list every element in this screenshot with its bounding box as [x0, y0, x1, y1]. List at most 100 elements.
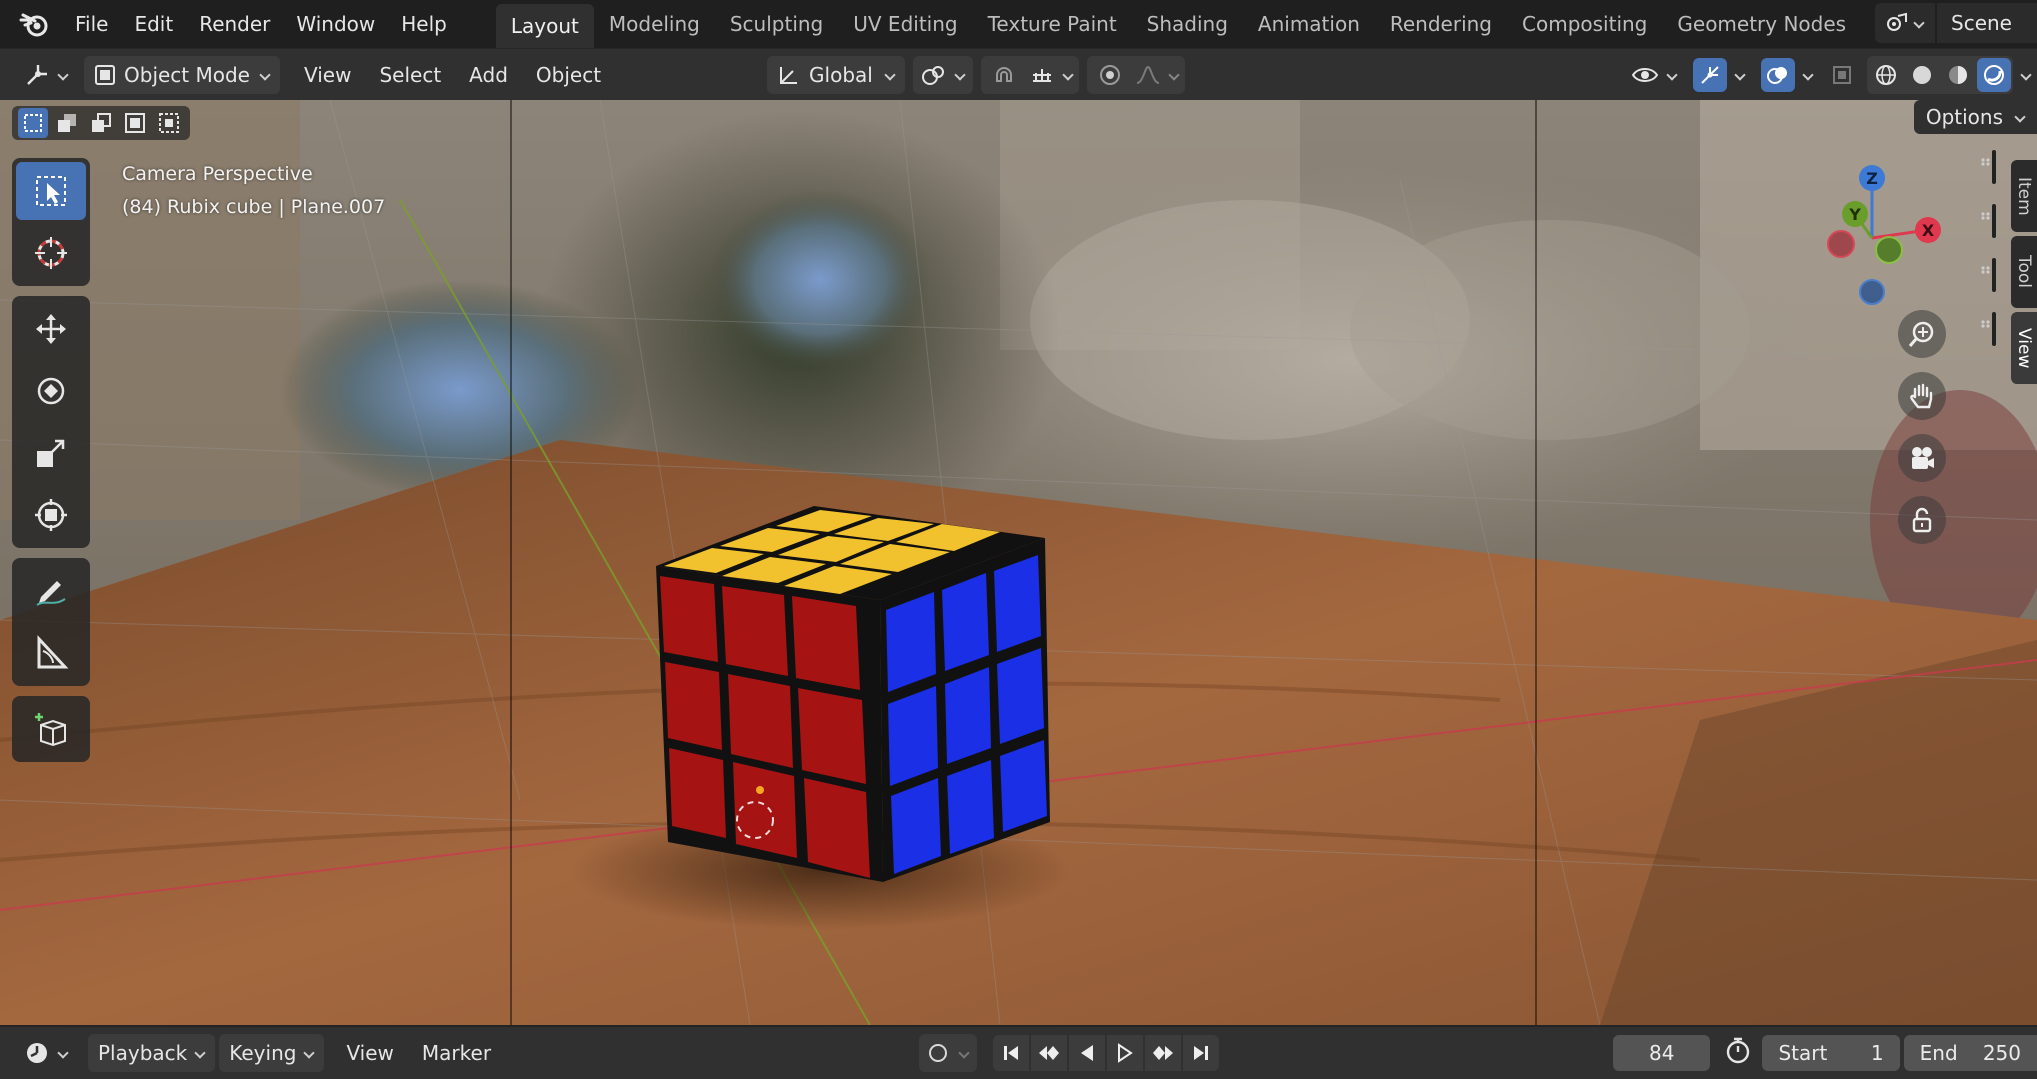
- tab-rendering[interactable]: Rendering: [1375, 5, 1507, 43]
- gizmo-dropdown[interactable]: [1689, 56, 1749, 94]
- 3d-viewport[interactable]: Camera Perspective (84) Rubix cube | Pla…: [0, 100, 2037, 1025]
- shading-options-chevron-icon[interactable]: [2021, 70, 2031, 80]
- blender-logo-icon[interactable]: [16, 6, 52, 42]
- transform-tools-group: [12, 296, 90, 548]
- xray-toggle-button[interactable]: [1825, 58, 1859, 92]
- timeline-editor-type-button[interactable]: [18, 1034, 74, 1072]
- drag-handle[interactable]: [1980, 312, 1996, 346]
- orientation-axes-icon: [780, 66, 798, 84]
- tool-rotate[interactable]: [16, 362, 86, 420]
- select-subtract-button[interactable]: [86, 108, 116, 138]
- overlays-dropdown[interactable]: [1757, 56, 1817, 94]
- tool-transform[interactable]: [16, 486, 86, 544]
- tool-select-box[interactable]: [16, 162, 86, 220]
- timeline-menu-marker[interactable]: Marker: [408, 1041, 505, 1065]
- header-menu-select[interactable]: Select: [365, 63, 455, 87]
- transform-orientation-dropdown[interactable]: Global: [767, 55, 906, 94]
- tab-layout[interactable]: Layout: [495, 4, 594, 48]
- gizmo-negative-y[interactable]: [1875, 236, 1903, 264]
- auto-keying-group[interactable]: [919, 1034, 978, 1072]
- editor-type-button[interactable]: [18, 56, 74, 94]
- tool-move[interactable]: [16, 300, 86, 358]
- start-frame-field[interactable]: Start 1: [1762, 1035, 1900, 1071]
- rubiks-cube[interactable]: [656, 506, 1050, 882]
- select-intersect-button[interactable]: [154, 108, 184, 138]
- header-menu-add[interactable]: Add: [455, 63, 522, 87]
- visibility-dropdown[interactable]: [1627, 56, 1681, 94]
- drag-handle[interactable]: [1980, 204, 1996, 238]
- tab-modeling[interactable]: Modeling: [594, 5, 715, 43]
- tab-uv-editing[interactable]: UV Editing: [838, 5, 972, 43]
- jump-to-keyframe-next-button[interactable]: [1145, 1035, 1182, 1071]
- menu-file[interactable]: File: [62, 4, 121, 44]
- options-dropdown[interactable]: Options: [1913, 100, 2037, 134]
- header-menu-view[interactable]: View: [290, 63, 365, 87]
- sidebar-tab-item[interactable]: Item: [2011, 160, 2037, 232]
- header-menu-object[interactable]: Object: [522, 63, 615, 87]
- drag-handle[interactable]: [1980, 258, 1996, 292]
- tool-cursor[interactable]: [16, 224, 86, 282]
- falloff-button[interactable]: [1131, 58, 1165, 92]
- tool-add-cube[interactable]: [16, 700, 86, 758]
- object-mode-dropdown[interactable]: Object Mode: [84, 55, 280, 94]
- keyframe-next-icon: [1153, 1046, 1174, 1060]
- playback-dropdown[interactable]: Playback: [88, 1034, 216, 1072]
- jump-to-start-button[interactable]: [993, 1035, 1030, 1071]
- tool-annotate[interactable]: [16, 562, 86, 620]
- gizmo-toggle-button[interactable]: [1693, 57, 1727, 92]
- menu-render[interactable]: Render: [186, 4, 283, 44]
- lock-camera-button[interactable]: [1898, 496, 1946, 544]
- jump-end-icon: [1194, 1046, 1209, 1060]
- tab-geometry-nodes[interactable]: Geometry Nodes: [1662, 5, 1861, 43]
- tab-texture-paint[interactable]: Texture Paint: [973, 5, 1132, 43]
- play-reverse-button[interactable]: [1069, 1035, 1106, 1071]
- pan-button[interactable]: [1898, 372, 1946, 420]
- keying-dropdown[interactable]: Keying: [219, 1034, 325, 1072]
- gizmo-negative-x[interactable]: [1827, 230, 1855, 258]
- tab-shading[interactable]: Shading: [1132, 5, 1243, 43]
- snap-toggle-button[interactable]: [987, 58, 1021, 92]
- shading-rendered-button[interactable]: [1977, 57, 2011, 92]
- playback-controls: [993, 1035, 1220, 1071]
- end-frame-field[interactable]: End 250: [1903, 1035, 2037, 1071]
- navigation-gizmo[interactable]: Z X Y: [1800, 158, 1960, 318]
- select-new-button[interactable]: [18, 108, 48, 138]
- overlays-toggle-button[interactable]: [1761, 57, 1795, 92]
- tool-measure[interactable]: [16, 624, 86, 682]
- rendered-scene: [0, 100, 2037, 1025]
- current-frame-field[interactable]: 84: [1613, 1035, 1711, 1071]
- end-frame-label: End: [1919, 1041, 1958, 1065]
- menu-window[interactable]: Window: [283, 4, 388, 44]
- jump-to-end-button[interactable]: [1183, 1035, 1220, 1071]
- chevron-down-icon: [260, 70, 270, 80]
- camera-view-button[interactable]: [1898, 434, 1946, 482]
- solid-sphere-icon: [1913, 65, 1931, 84]
- select-extend-button[interactable]: [52, 108, 82, 138]
- drag-handle[interactable]: [1980, 150, 1996, 184]
- play-button[interactable]: [1107, 1035, 1144, 1071]
- tool-scale[interactable]: [16, 424, 86, 482]
- shading-solid-button[interactable]: [1905, 58, 1939, 92]
- timeline-menu-view[interactable]: View: [332, 1041, 407, 1065]
- select-invert-button[interactable]: [120, 108, 150, 138]
- snap-target-button[interactable]: [1025, 58, 1059, 92]
- menu-help[interactable]: Help: [388, 4, 460, 44]
- jump-to-keyframe-prev-button[interactable]: [1031, 1035, 1068, 1071]
- gizmo-negative-z[interactable]: [1859, 279, 1885, 305]
- sidebar-tab-tool[interactable]: Tool: [2011, 236, 2037, 308]
- preview-range-toggle[interactable]: [1724, 1037, 1752, 1070]
- sidebar-tab-view[interactable]: View: [2011, 312, 2037, 384]
- scene-name-field[interactable]: Scene: [1937, 3, 2037, 43]
- keyframe-prev-icon: [1039, 1046, 1060, 1060]
- chevron-down-icon: [885, 70, 895, 80]
- proportional-edit-button[interactable]: [1093, 58, 1127, 92]
- shading-material-button[interactable]: [1941, 58, 1975, 92]
- tab-compositing[interactable]: Compositing: [1507, 5, 1662, 43]
- scene-browse-button[interactable]: [1875, 3, 1935, 43]
- shading-wireframe-button[interactable]: [1869, 58, 1903, 92]
- pivot-point-dropdown[interactable]: [913, 55, 974, 94]
- tab-sculpting[interactable]: Sculpting: [715, 5, 838, 43]
- menu-edit[interactable]: Edit: [121, 4, 186, 44]
- zoom-button[interactable]: [1898, 310, 1946, 358]
- tab-animation[interactable]: Animation: [1243, 5, 1375, 43]
